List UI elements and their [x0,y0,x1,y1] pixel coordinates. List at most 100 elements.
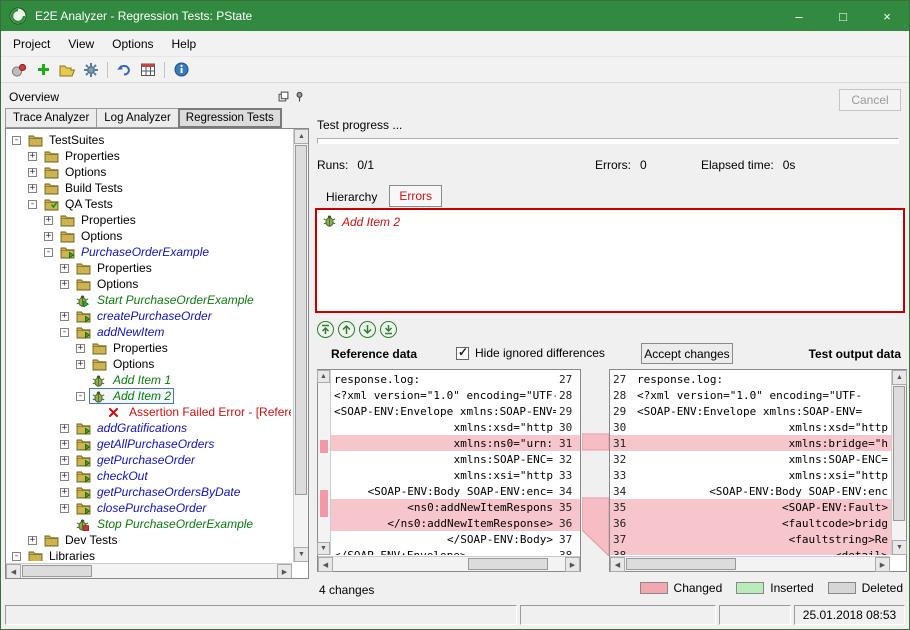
menu-options[interactable]: Options [103,32,162,56]
report-button[interactable] [136,59,160,81]
hide-ignored-option[interactable]: Hide ignored differences [456,346,605,360]
tab-trace-analyzer[interactable]: Trace Analyzer [5,108,96,128]
tree-item-properties[interactable]: +Properties [8,212,291,228]
scroll-thumb[interactable] [468,558,548,570]
expand-toggle[interactable]: + [60,440,69,449]
change-overview-bar[interactable]: ▲ ▼ [318,370,331,555]
undo-button[interactable] [112,59,136,81]
tab-log-analyzer[interactable]: Log Analyzer [96,108,178,128]
collapse-toggle[interactable]: - [60,328,69,337]
float-window-icon[interactable] [278,91,289,102]
scroll-right-button[interactable]: ▶ [277,564,292,579]
scroll-right-button[interactable]: ▶ [565,557,580,572]
tree-item-purchaseorderexample[interactable]: -PurchaseOrderExample [8,244,291,260]
scroll-left-button[interactable]: ◀ [318,557,333,572]
output-vertical-scrollbar[interactable]: ▲ ▼ [891,370,906,555]
tree-horizontal-scrollbar[interactable]: ◀ ▶ [6,563,292,578]
expand-toggle[interactable]: + [44,216,53,225]
scroll-up-button[interactable]: ▲ [892,370,907,385]
cancel-button[interactable]: Cancel [839,89,901,111]
menu-project[interactable]: Project [4,32,59,56]
analyzer-button[interactable] [7,59,31,81]
tree-item-dev-tests[interactable]: +Dev Tests [8,532,291,548]
close-button[interactable]: × [865,1,909,31]
first-difference-button[interactable] [317,321,334,338]
expand-toggle[interactable]: + [60,472,69,481]
tree-item-createpurchaseorder[interactable]: +createPurchaseOrder [8,308,291,324]
scroll-thumb[interactable] [626,558,736,570]
tree-item-options[interactable]: +Options [8,276,291,292]
expand-toggle[interactable]: + [60,488,69,497]
open-folder-button[interactable] [55,59,79,81]
change-marker[interactable] [320,490,328,517]
tree-item-add-item-1[interactable]: Add Item 1 [8,372,291,388]
previous-difference-button[interactable] [338,321,355,338]
settings-button[interactable] [79,59,103,81]
tree-item-options[interactable]: +Options [8,228,291,244]
tab-regression-tests[interactable]: Regression Tests [178,108,282,128]
menu-help[interactable]: Help [163,32,206,56]
tree-item-build-tests[interactable]: +Build Tests [8,180,291,196]
tree-item-addgratifications[interactable]: +addGratifications [8,420,291,436]
collapse-toggle[interactable]: - [44,248,53,257]
expand-toggle[interactable]: + [28,184,37,193]
scroll-down-button[interactable]: ▼ [294,547,309,562]
tree-item-closepurchaseorder[interactable]: +closePurchaseOrder [8,500,291,516]
scroll-thumb[interactable] [893,386,905,521]
collapse-toggle[interactable]: - [12,552,21,561]
expand-toggle[interactable]: + [76,360,85,369]
hide-ignored-checkbox[interactable] [456,347,469,360]
tree-item-addnewitem[interactable]: -addNewItem [8,324,291,340]
tree-item-properties[interactable]: +Properties [8,340,291,356]
tree-item-properties[interactable]: +Properties [8,148,291,164]
scroll-up-button[interactable]: ▲ [317,370,330,383]
accept-changes-button[interactable]: Accept changes [641,343,733,364]
change-marker[interactable] [320,440,328,453]
expand-toggle[interactable]: + [44,232,53,241]
reference-horizontal-scrollbar[interactable]: ◀ ▶ [318,556,580,571]
tree-item-testsuites[interactable]: -TestSuites [8,132,291,148]
pin-icon[interactable] [294,91,305,102]
info-button[interactable] [169,59,193,81]
collapse-toggle[interactable]: - [12,136,21,145]
tab-hierarchy[interactable]: Hierarchy [317,187,386,207]
scroll-down-button[interactable]: ▼ [892,540,907,555]
expand-toggle[interactable]: + [60,280,69,289]
expand-toggle[interactable]: + [60,424,69,433]
add-button[interactable] [31,59,55,81]
menu-view[interactable]: View [59,32,103,56]
next-difference-button[interactable] [359,321,376,338]
tree-item-properties[interactable]: +Properties [8,260,291,276]
collapse-toggle[interactable]: - [76,392,85,401]
tree-item-getallpurchaseorders[interactable]: +getAllPurchaseOrders [8,436,291,452]
tree-item-options[interactable]: +Options [8,164,291,180]
last-difference-button[interactable] [380,321,397,338]
expand-toggle[interactable]: + [28,152,37,161]
tree-item-assertion-failed-error-reference[interactable]: Assertion Failed Error - [Reference [8,404,291,420]
tree-item-options[interactable]: +Options [8,356,291,372]
collapse-toggle[interactable]: - [28,200,37,209]
expand-toggle[interactable]: + [60,504,69,513]
tree-vertical-scrollbar[interactable]: ▲ ▼ [293,129,308,562]
minimize-button[interactable]: – [777,1,821,31]
expand-toggle[interactable]: + [60,312,69,321]
tree-item-libraries[interactable]: -Libraries [8,548,291,561]
expand-toggle[interactable]: + [60,456,69,465]
scroll-up-button[interactable]: ▲ [294,129,309,144]
expand-toggle[interactable]: + [60,264,69,273]
expand-toggle[interactable]: + [28,168,37,177]
tree-item-checkout[interactable]: +checkOut [8,468,291,484]
maximize-button[interactable]: □ [821,1,865,31]
scroll-down-button[interactable]: ▼ [317,542,330,555]
tree-item-stop-purchaseorderexample[interactable]: Stop PurchaseOrderExample [8,516,291,532]
tree-item-start-purchaseorderexample[interactable]: Start PurchaseOrderExample [8,292,291,308]
error-item[interactable]: Add Item 2 [323,214,897,230]
tree-item-getpurchaseordersbydate[interactable]: +getPurchaseOrdersByDate [8,484,291,500]
scroll-thumb[interactable] [295,145,307,495]
tree-item-getpurchaseorder[interactable]: +getPurchaseOrder [8,452,291,468]
scroll-left-button[interactable]: ◀ [610,557,625,572]
tree-item-add-item-2[interactable]: -Add Item 2 [8,388,291,404]
scroll-thumb[interactable] [22,565,92,577]
expand-toggle[interactable]: + [28,536,37,545]
tree-item-qa-tests[interactable]: -QA Tests [8,196,291,212]
